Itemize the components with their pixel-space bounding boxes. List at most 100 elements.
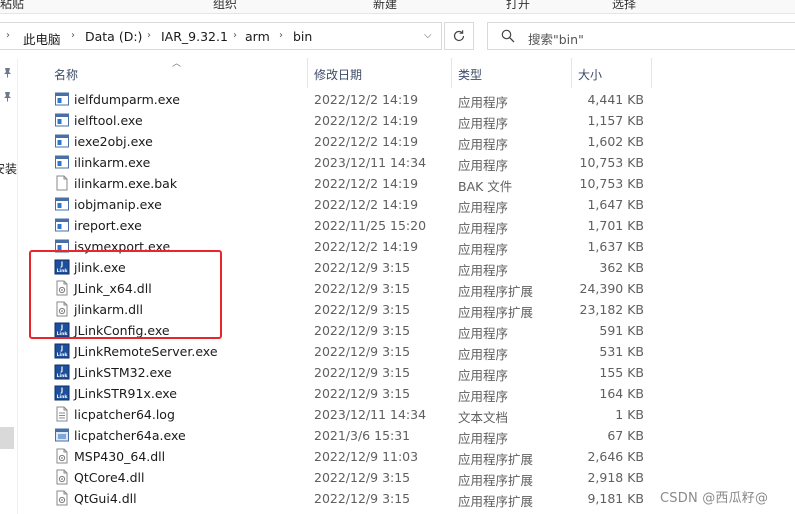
refresh-button[interactable] (444, 22, 474, 50)
file-row[interactable]: iobjmanip.exe 2022/12/2 14:19 应用程序 1,647 KB (45, 194, 652, 215)
chevron-right-icon[interactable]: › (279, 30, 283, 41)
file-row[interactable]: J Link JLinkRemoteServer.exe 2022/12/9 3:15… (45, 341, 652, 362)
file-date: 2022/12/2 14:19 (314, 176, 419, 191)
file-type: 文本文档 (458, 410, 509, 425)
dll-icon (54, 490, 70, 506)
chevron-right-icon[interactable]: › (6, 30, 10, 41)
file-type: 应用程序 (458, 431, 509, 446)
file-row[interactable]: ilinkarm.exe 2023/12/11 14:34 应用程序 10,753 K… (45, 152, 652, 173)
file-row[interactable]: J Link jlink.exe 2022/12/9 3:15 应用程序 362 KB (45, 257, 652, 278)
file-row[interactable]: ilinkarm.exe.bak 2022/12/2 14:19 BAK 文件 10,… (45, 173, 652, 194)
pin-icon[interactable] (2, 91, 13, 102)
file-row[interactable]: isymexport.exe 2022/12/2 14:19 应用程序 1,637 K… (45, 236, 652, 257)
file-name: JLinkSTR91x.exe (74, 386, 177, 401)
file-size: 1,701 KB (587, 218, 644, 233)
file-row[interactable]: QtCore4.dll 2022/12/9 3:15 应用程序扩展 2,918 KB (45, 467, 652, 488)
file-date: 2022/12/9 3:15 (314, 281, 411, 296)
column-divider[interactable] (651, 58, 652, 88)
chevron-down-icon[interactable]: ⌵ (424, 30, 432, 41)
column-divider[interactable] (451, 58, 452, 88)
file-date: 2022/12/9 3:15 (314, 323, 411, 338)
file-type: 应用程序扩展 (458, 284, 534, 299)
file-type: 应用程序 (458, 347, 509, 362)
file-date: 2022/11/25 15:20 (314, 218, 427, 233)
patcher-icon (54, 427, 70, 443)
column-header-size[interactable]: 大小 (578, 66, 602, 83)
file-size: 1,602 KB (587, 134, 644, 149)
file-date: 2022/12/2 14:19 (314, 113, 419, 128)
file-date: 2022/12/2 14:19 (314, 134, 419, 149)
column-header-date[interactable]: 修改日期 (314, 66, 362, 83)
file-size: 591 KB (599, 323, 644, 338)
breadcrumb-this-pc[interactable]: 此电脑 (23, 29, 61, 48)
ribbon-new-label[interactable]: 新建 (373, 0, 397, 12)
chevron-right-icon[interactable]: › (147, 30, 151, 41)
file-row[interactable]: J Link JLinkSTM32.exe 2022/12/9 3:15 应用程序 155… (45, 362, 652, 383)
file-size: 10,753 KB (579, 176, 644, 191)
file-row[interactable]: licpatcher64.log 2023/12/11 14:34 文本文档 1 KB (45, 404, 652, 425)
file-type: 应用程序 (458, 242, 509, 257)
file-name: iobjmanip.exe (74, 197, 162, 212)
file-row[interactable]: J Link JLinkSTR91x.exe 2022/12/9 3:15 应用程序 16… (45, 383, 652, 404)
file-name: jlink.exe (74, 260, 126, 275)
file-row[interactable]: ireport.exe 2022/11/25 15:20 应用程序 1,701 KB (45, 215, 652, 236)
file-row[interactable]: ielfdumparm.exe 2022/12/2 14:19 应用程序 4,441 … (45, 89, 652, 110)
file-row[interactable]: QtGui4.dll 2022/12/9 3:15 应用程序扩展 9,181 KB (45, 488, 652, 509)
pin-icon[interactable] (2, 67, 13, 78)
file-size: 362 KB (599, 260, 644, 275)
ribbon-organize-label[interactable]: 组织 (213, 0, 237, 12)
file-size: 24,390 KB (579, 281, 644, 296)
dll-icon (54, 280, 70, 296)
file-name: ilinkarm.exe (74, 155, 151, 170)
breadcrumb-bin[interactable]: bin (293, 29, 312, 44)
file-row[interactable]: JLink_x64.dll 2022/12/9 3:15 应用程序扩展 24,390 … (45, 278, 652, 299)
file-name: isymexport.exe (74, 239, 171, 254)
navigation-pane[interactable]: 安装 (0, 58, 18, 514)
file-row[interactable]: iexe2obj.exe 2022/12/2 14:19 应用程序 1,602 KB (45, 131, 652, 152)
file-date: 2022/12/9 3:15 (314, 491, 411, 506)
file-size: 1 KB (615, 407, 644, 422)
file-size: 10,753 KB (579, 155, 644, 170)
file-name: QtGui4.dll (74, 491, 137, 506)
ribbon-paste-label[interactable]: 粘贴 (0, 0, 24, 12)
file-name: licpatcher64a.exe (74, 428, 186, 443)
file-type: 应用程序 (458, 158, 509, 173)
chevron-right-icon[interactable]: › (71, 30, 75, 41)
exe-icon (54, 217, 70, 233)
svg-text:J: J (60, 366, 63, 373)
column-header-type[interactable]: 类型 (458, 66, 482, 83)
exe-icon (54, 91, 70, 107)
file-row[interactable]: J Link JLinkConfig.exe 2022/12/9 3:15 应用程序 59… (45, 320, 652, 341)
file-name: MSP430_64.dll (74, 449, 166, 464)
column-divider[interactable] (307, 58, 308, 88)
breadcrumb-drive[interactable]: Data (D:) (85, 29, 142, 44)
file-size: 1,637 KB (587, 239, 644, 254)
file-name: ielfdumparm.exe (74, 92, 180, 107)
svg-text:J: J (60, 324, 63, 331)
file-size: 531 KB (599, 344, 644, 359)
nav-selected-item[interactable] (0, 427, 14, 449)
address-bar[interactable]: › 此电脑 › Data (D:) › IAR_9.32.1 › arm › b… (0, 22, 442, 50)
breadcrumb-iar[interactable]: IAR_9.32.1 (161, 29, 228, 44)
file-row[interactable]: MSP430_64.dll 2022/12/9 11:03 应用程序扩展 2,646 … (45, 446, 652, 467)
svg-text:Link: Link (57, 373, 69, 379)
ribbon-open-label[interactable]: 打开 (506, 0, 530, 12)
text-file-icon (54, 406, 70, 422)
search-input[interactable]: 搜索"bin" (487, 22, 795, 50)
file-size: 9,181 KB (587, 491, 644, 506)
nav-item-fragment[interactable]: 安装 (0, 160, 17, 177)
file-type: 应用程序扩展 (458, 494, 534, 509)
ribbon-select-label[interactable]: 选择 (612, 0, 636, 12)
svg-text:Link: Link (57, 394, 69, 400)
column-divider[interactable] (571, 58, 572, 88)
file-type: 应用程序扩展 (458, 305, 534, 320)
chevron-right-icon[interactable]: › (233, 30, 237, 41)
file-row[interactable]: ielftool.exe 2022/12/2 14:19 应用程序 1,157 KB (45, 110, 652, 131)
file-row[interactable]: jlinkarm.dll 2022/12/9 3:15 应用程序扩展 23,182 K… (45, 299, 652, 320)
address-row: › 此电脑 › Data (D:) › IAR_9.32.1 › arm › b… (0, 20, 795, 52)
column-header-name[interactable]: 名称 (54, 66, 78, 83)
file-type: 应用程序 (458, 200, 509, 215)
breadcrumb-arm[interactable]: arm (245, 29, 270, 44)
file-size: 164 KB (599, 386, 644, 401)
file-row[interactable]: licpatcher64a.exe 2021/3/6 15:31 应用程序 67 KB (45, 425, 652, 446)
